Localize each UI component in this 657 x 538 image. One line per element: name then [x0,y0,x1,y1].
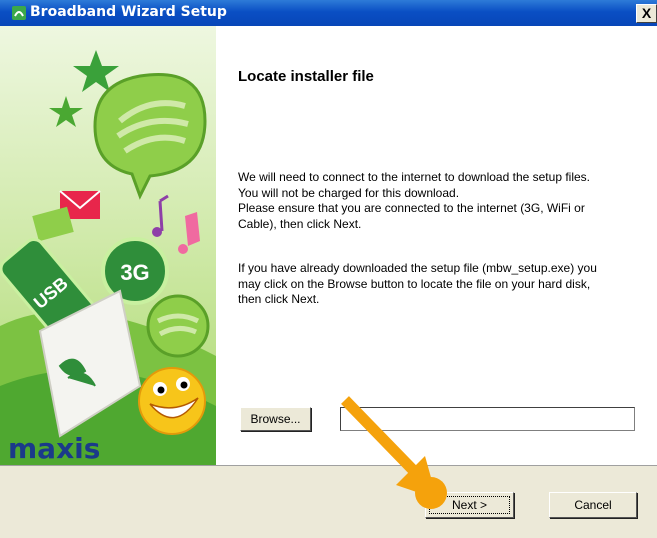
browse-instructions-paragraph: If you have already downloaded the setup… [238,261,638,308]
instruction-line: may click on the Browse button to locate… [238,276,591,291]
close-button[interactable]: X [636,4,657,23]
content-panel: Locate installer file We will need to co… [216,26,657,465]
browse-button[interactable]: Browse... [240,407,311,431]
brand-logo: maxis [8,432,100,465]
page-title: Locate installer file [238,68,374,85]
instruction-line: Please ensure that you are connected to … [238,201,585,215]
title-bar: Broadband Wizard Setup X [0,0,657,26]
instruction-line: If you have already downloaded the setup… [238,261,597,275]
instructions-paragraph: We will need to connect to the internet … [238,170,638,232]
app-icon [12,6,26,20]
instruction-line: We will need to connect to the internet … [238,170,590,184]
3g-badge-label: 3G [120,260,149,285]
instruction-line: Cable), then click Next. [238,216,362,231]
next-button[interactable]: Next > [425,492,514,518]
file-path-input[interactable] [340,407,635,431]
instruction-line: then click Next. [238,292,320,306]
instruction-line: You will not be charged for this downloa… [238,185,460,200]
banner-illustration: USB 3G maxis [0,26,216,465]
cancel-button[interactable]: Cancel [549,492,637,518]
window-title: Broadband Wizard Setup [30,4,227,20]
button-bar: Next > Cancel [0,465,657,538]
